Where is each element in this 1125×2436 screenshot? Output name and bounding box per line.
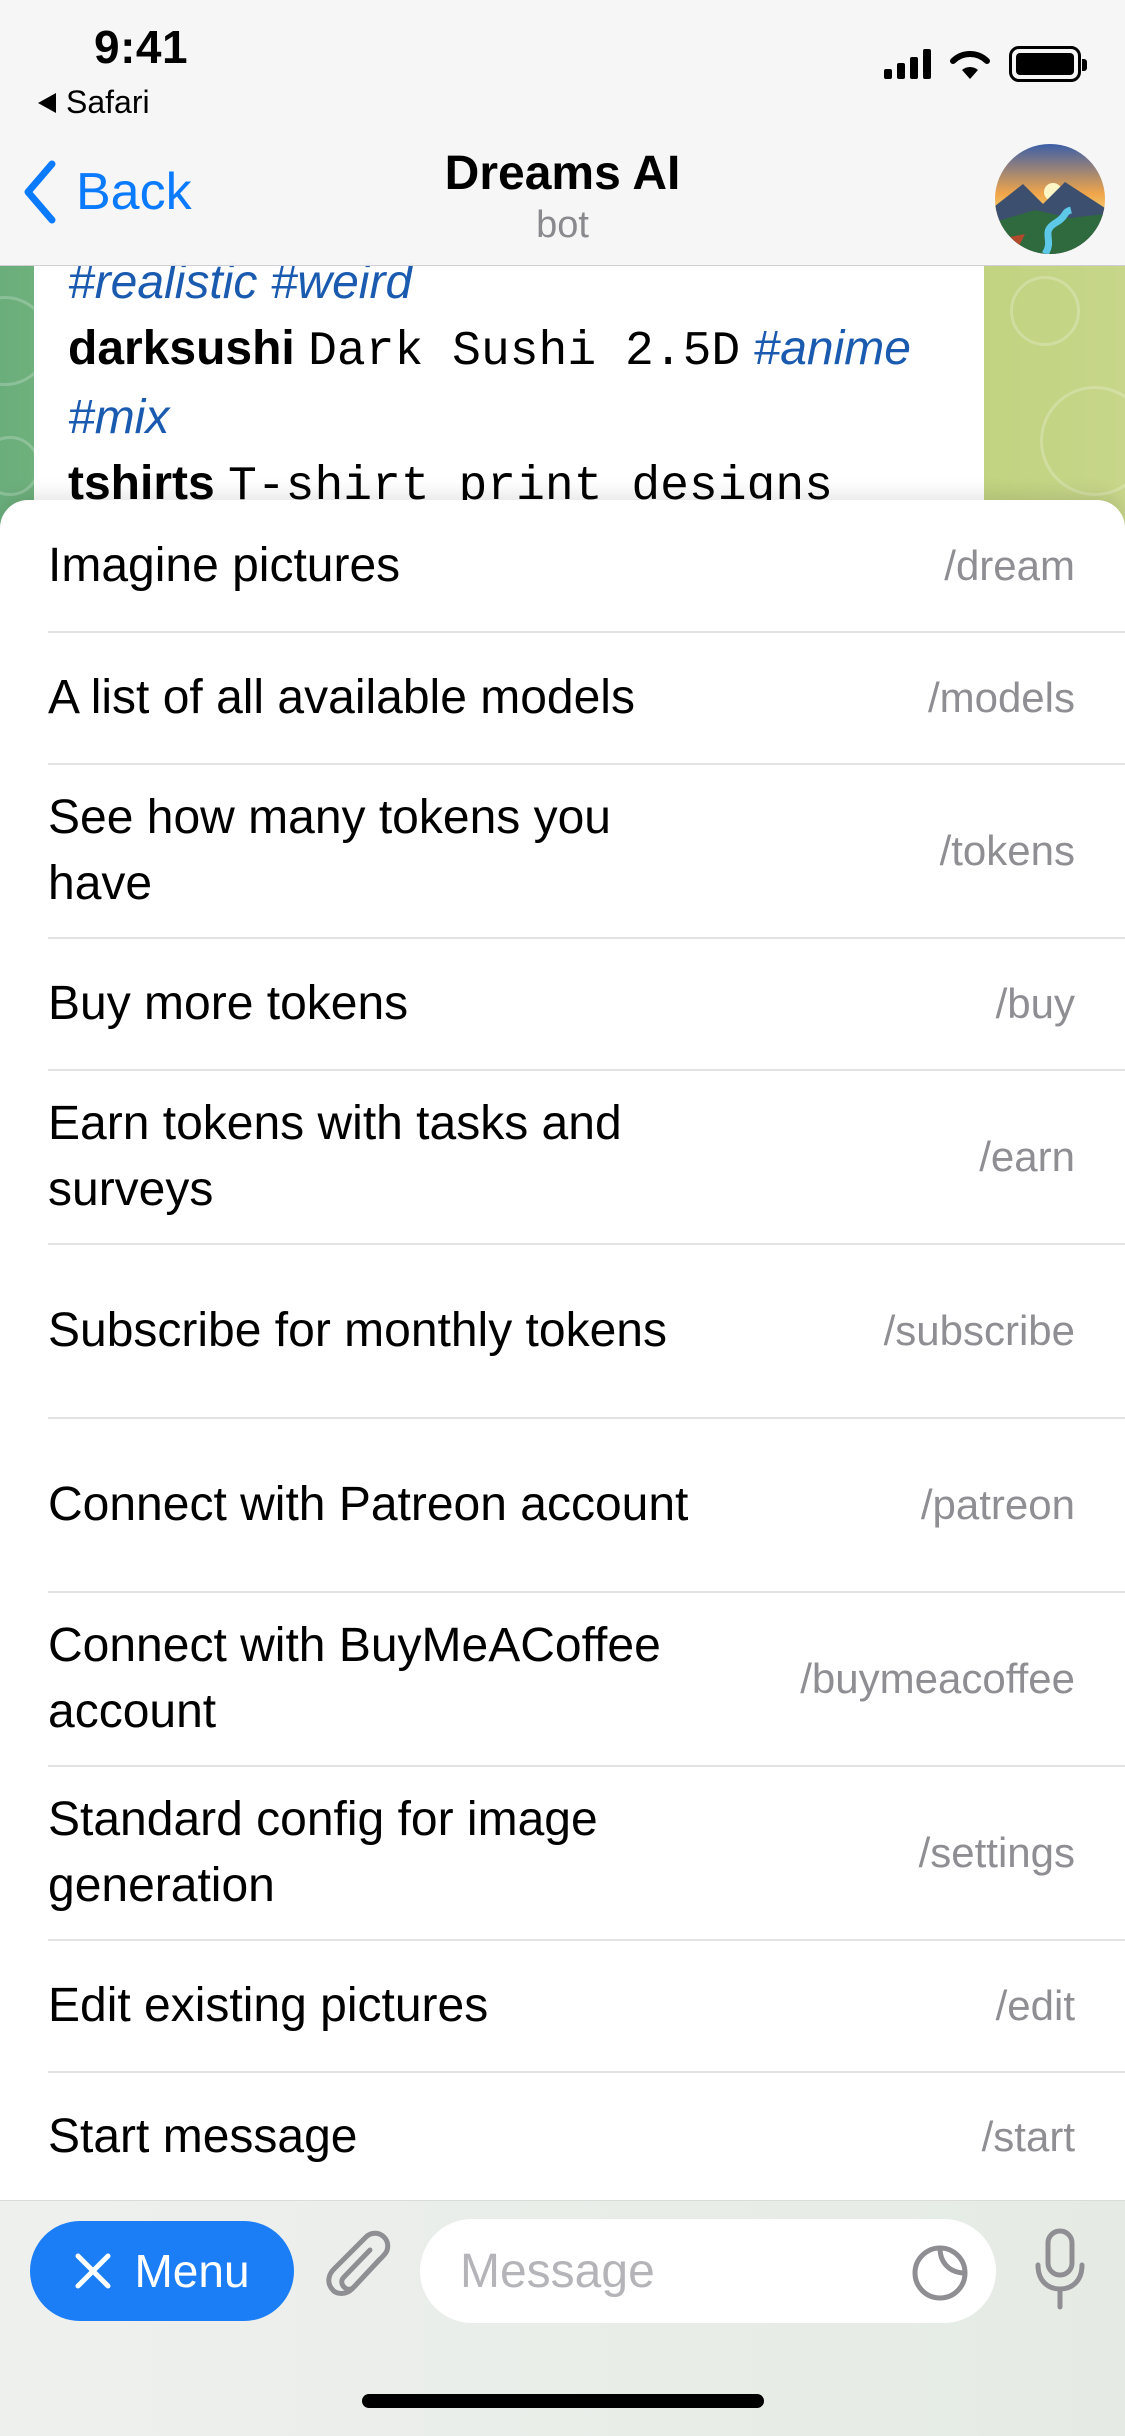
command-row[interactable]: Edit existing pictures /edit [48,1941,1125,2073]
back-triangle-icon [38,92,56,113]
command-description: Connect with Patreon account [48,1478,689,1531]
command-description: Imagine pictures [48,538,401,592]
chat-subtitle: bot [536,204,589,246]
command-row[interactable]: Connect with Patreon account /patreon [48,1419,1125,1593]
command-description: Buy more tokens [48,977,409,1030]
cellular-signal-icon [884,49,931,79]
command-name: /tokens [939,827,1075,874]
command-row[interactable]: Subscribe for monthly tokens /subscribe [48,1245,1125,1419]
home-indicator[interactable] [362,2394,764,2408]
battery-icon [1009,46,1087,82]
command-description: Edit existing pictures [48,1979,489,2032]
command-row[interactable]: Start message /start [48,2073,1125,2200]
close-icon [75,2253,111,2289]
command-row[interactable]: A list of all available models /models [48,633,1125,765]
command-name: /settings [918,1829,1075,1876]
message-bubble: #realistic #weird darksushi Dark Sushi 2… [34,236,984,536]
sticker-icon[interactable] [910,2243,970,2303]
command-description: Standard config for image generation [48,1793,598,1912]
return-to-app[interactable]: Safari [38,84,150,121]
command-description: See how many tokens you have [48,791,611,910]
command-name: /subscribe [883,1307,1075,1354]
command-row[interactable]: Standard config for image generation /se… [48,1767,1125,1941]
status-icons [884,46,1087,82]
message-line: #mix [68,385,950,451]
command-name: /patreon [920,1481,1075,1528]
command-name: /edit [995,1982,1075,2029]
navigation-header: 9:41 Safari Back Dreams AI bot [0,0,1125,266]
command-description: Subscribe for monthly tokens [48,1304,667,1357]
command-description: A list of all available models [48,671,635,724]
message-line: darksushi Dark Sushi 2.5D #anime [68,316,950,385]
model-description: Dark Sushi 2.5D [308,325,741,379]
wifi-icon [950,50,990,79]
command-name: /dream [944,541,1075,589]
microphone-icon[interactable] [1030,2225,1090,2315]
menu-button[interactable]: Menu [30,2221,294,2321]
message-placeholder: Message [460,2244,655,2298]
bot-commands-panel: Imagine pictures /dream A list of all av… [0,500,1125,2200]
chat-title[interactable]: Dreams AI [0,146,1125,201]
paperclip-icon[interactable] [322,2229,398,2313]
command-name: /models [927,674,1075,721]
return-app-label: Safari [66,84,150,120]
command-name: /start [981,2112,1075,2160]
status-time: 9:41 [94,21,189,73]
model-command[interactable]: darksushi [68,322,295,375]
command-description: Earn tokens with tasks and surveys [48,1097,622,1216]
command-description: Connect with BuyMeACoffee account [48,1619,661,1738]
message-input[interactable]: Message [420,2219,996,2323]
command-row[interactable]: Earn tokens with tasks and surveys /earn [48,1071,1125,1245]
command-row[interactable]: See how many tokens you have /tokens [48,765,1125,939]
command-name: /earn [979,1133,1075,1180]
menu-label: Menu [134,2245,250,2297]
command-name: /buy [995,980,1075,1027]
command-row[interactable]: Buy more tokens /buy [48,939,1125,1071]
command-description: Start message [48,2109,358,2163]
hashtag[interactable]: #anime [754,322,911,375]
command-name: /buymeacoffee [800,1655,1075,1702]
bot-avatar[interactable] [995,144,1105,254]
command-row[interactable]: Connect with BuyMeACoffee account /buyme… [48,1593,1125,1767]
hashtag[interactable]: #mix [68,391,169,444]
command-row[interactable]: Imagine pictures /dream [48,500,1125,633]
